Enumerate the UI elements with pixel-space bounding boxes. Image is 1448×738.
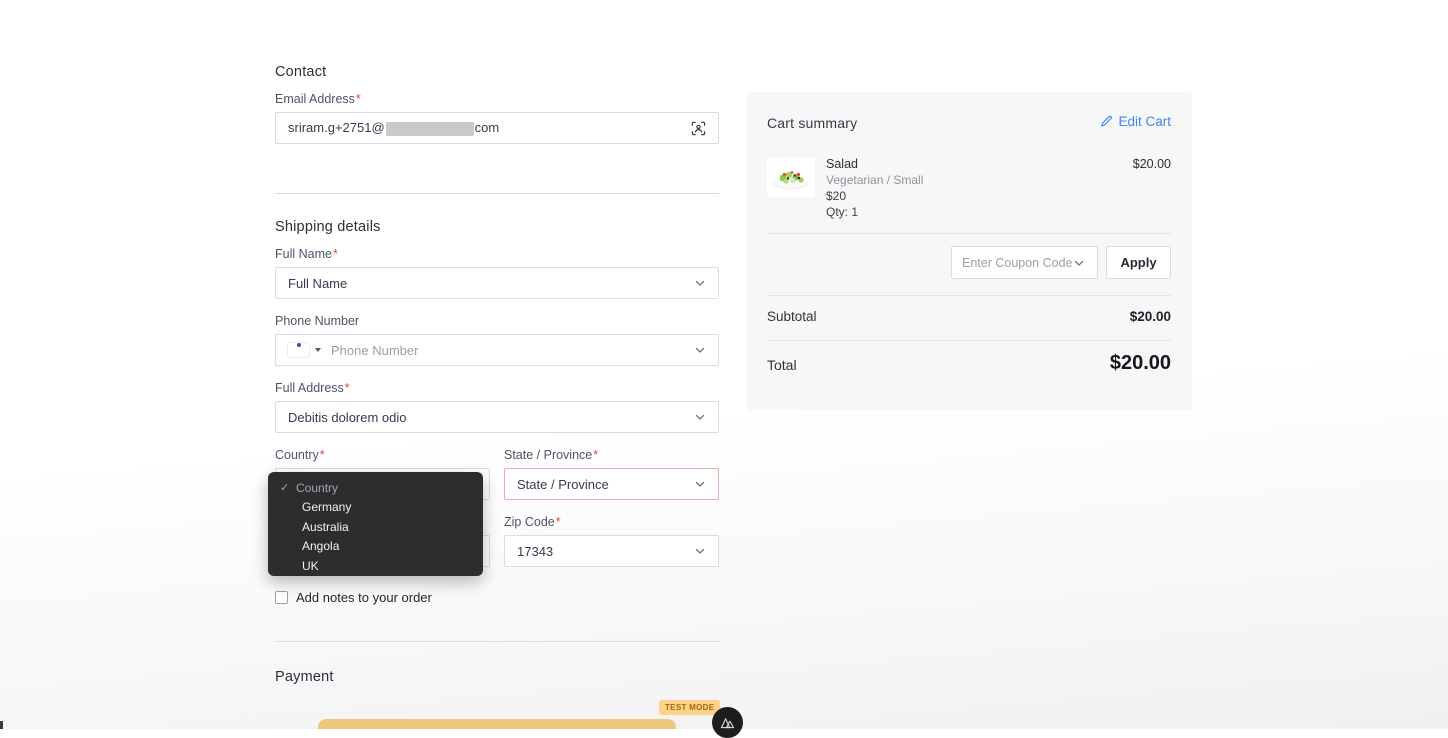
cart-item-variant: Vegetarian / Small	[826, 173, 924, 187]
chevron-down-icon	[694, 277, 706, 289]
test-mode-badge: TEST MODE	[659, 700, 721, 715]
country-option[interactable]: Angola	[268, 537, 483, 557]
chevron-down-icon	[1073, 257, 1085, 269]
full-address-label: Full Address*	[275, 381, 350, 395]
cart-summary-panel: Cart summary Edit Cart Salad Vegetarian …	[747, 92, 1192, 410]
full-address-select[interactable]: Debitis dolorem odio	[275, 401, 719, 433]
total-label: Total	[767, 357, 797, 373]
full-name-label-text: Full Name	[275, 247, 332, 261]
country-option-label: Australia	[302, 519, 349, 534]
brand-logo-badge[interactable]	[712, 707, 743, 738]
payment-widget-bar	[318, 719, 676, 729]
country-option[interactable]: UK	[268, 556, 483, 576]
full-address-required-mark: *	[344, 381, 350, 395]
coupon-code-select[interactable]: Enter Coupon Code	[951, 246, 1098, 279]
email-label: Email Address*	[275, 92, 361, 106]
cart-summary-title: Cart summary	[767, 115, 858, 131]
country-option-label: UK	[302, 558, 319, 573]
apply-coupon-button[interactable]: Apply	[1106, 246, 1171, 279]
email-value: sriram.g+2751@ com	[288, 120, 500, 136]
country-option-label: Germany	[302, 500, 352, 515]
divider	[767, 340, 1171, 341]
chevron-down-icon	[694, 344, 706, 356]
payment-heading: Payment	[275, 669, 334, 685]
state-label: State / Province*	[504, 448, 598, 462]
subtotal-value: $20.00	[1129, 309, 1171, 324]
face-scan-icon[interactable]	[691, 121, 706, 136]
edit-cart-label: Edit Cart	[1118, 114, 1171, 129]
india-flag-icon[interactable]	[288, 343, 309, 357]
total-value: $20.00	[1109, 352, 1171, 374]
chevron-down-icon	[694, 545, 706, 557]
cart-item-image	[767, 157, 815, 197]
country-label-text: Country	[275, 448, 319, 462]
email-required-mark: *	[355, 92, 361, 106]
state-select[interactable]: State / Province	[504, 468, 719, 500]
pencil-icon	[1100, 115, 1113, 128]
country-label: Country*	[275, 448, 325, 462]
zip-label: Zip Code*	[504, 515, 561, 529]
full-address-label-text: Full Address	[275, 381, 344, 395]
test-mode-badge-wrap: TEST MODE	[659, 697, 721, 715]
notes-checkbox-label: Add notes to your order	[296, 590, 432, 605]
divider	[767, 295, 1171, 296]
cart-item-qty: Qty: 1	[826, 205, 859, 219]
country-required-mark: *	[319, 448, 325, 462]
salad-image	[774, 171, 808, 190]
state-required-mark: *	[593, 448, 599, 462]
cart-item-unit-price: $20	[826, 189, 847, 203]
zip-label-text: Zip Code	[504, 515, 555, 529]
country-option-label: Country	[296, 480, 339, 495]
chevron-down-icon	[694, 478, 706, 490]
notes-checkbox[interactable]	[275, 591, 288, 604]
phone-label: Phone Number	[275, 314, 360, 328]
mountain-logo-icon	[720, 716, 735, 729]
full-name-value: Full Name	[288, 275, 348, 291]
coupon-row: Enter Coupon Code Apply	[951, 246, 1171, 279]
phone-input[interactable]: Phone Number	[331, 343, 694, 358]
state-label-text: State / Province	[504, 448, 593, 462]
email-label-text: Email Address	[275, 92, 355, 106]
coupon-placeholder: Enter Coupon Code	[962, 255, 1073, 270]
full-name-label: Full Name*	[275, 247, 338, 261]
country-option-label: Angola	[302, 539, 340, 554]
redacted-block	[385, 121, 474, 136]
contact-heading-text: Contact	[275, 64, 327, 80]
corner-artifact	[0, 721, 3, 729]
phone-field[interactable]: Phone Number	[275, 334, 719, 366]
subtotal-label: Subtotal	[767, 309, 817, 324]
cart-item-name: Salad	[826, 157, 858, 171]
state-value: State / Province	[517, 476, 609, 492]
notes-row: Add notes to your order	[275, 590, 432, 605]
country-option[interactable]: Australia	[268, 517, 483, 537]
divider	[767, 233, 1171, 234]
zip-select[interactable]: 17343	[504, 535, 719, 567]
cart-item-line-total: $20.00	[1132, 157, 1171, 171]
country-dropdown-popup: ✓ Country Germany Australia Angola UK	[268, 472, 483, 576]
edit-cart-link[interactable]: Edit Cart	[1100, 114, 1171, 129]
chevron-down-icon	[694, 411, 706, 423]
shipping-heading: Shipping details	[275, 219, 381, 235]
full-address-value: Debitis dolorem odio	[288, 409, 407, 425]
full-name-required-mark: *	[332, 247, 338, 261]
country-option[interactable]: Germany	[268, 498, 483, 518]
email-field[interactable]: sriram.g+2751@ com	[275, 112, 719, 144]
caret-down-icon[interactable]	[315, 348, 321, 352]
full-name-select[interactable]: Full Name	[275, 267, 719, 299]
divider	[275, 193, 719, 194]
divider	[275, 641, 719, 642]
zip-required-mark: *	[555, 515, 561, 529]
country-option[interactable]: ✓ Country	[268, 478, 483, 498]
check-icon: ✓	[280, 482, 290, 495]
contact-heading: Contact	[275, 63, 326, 81]
zip-value: 17343	[517, 543, 554, 559]
